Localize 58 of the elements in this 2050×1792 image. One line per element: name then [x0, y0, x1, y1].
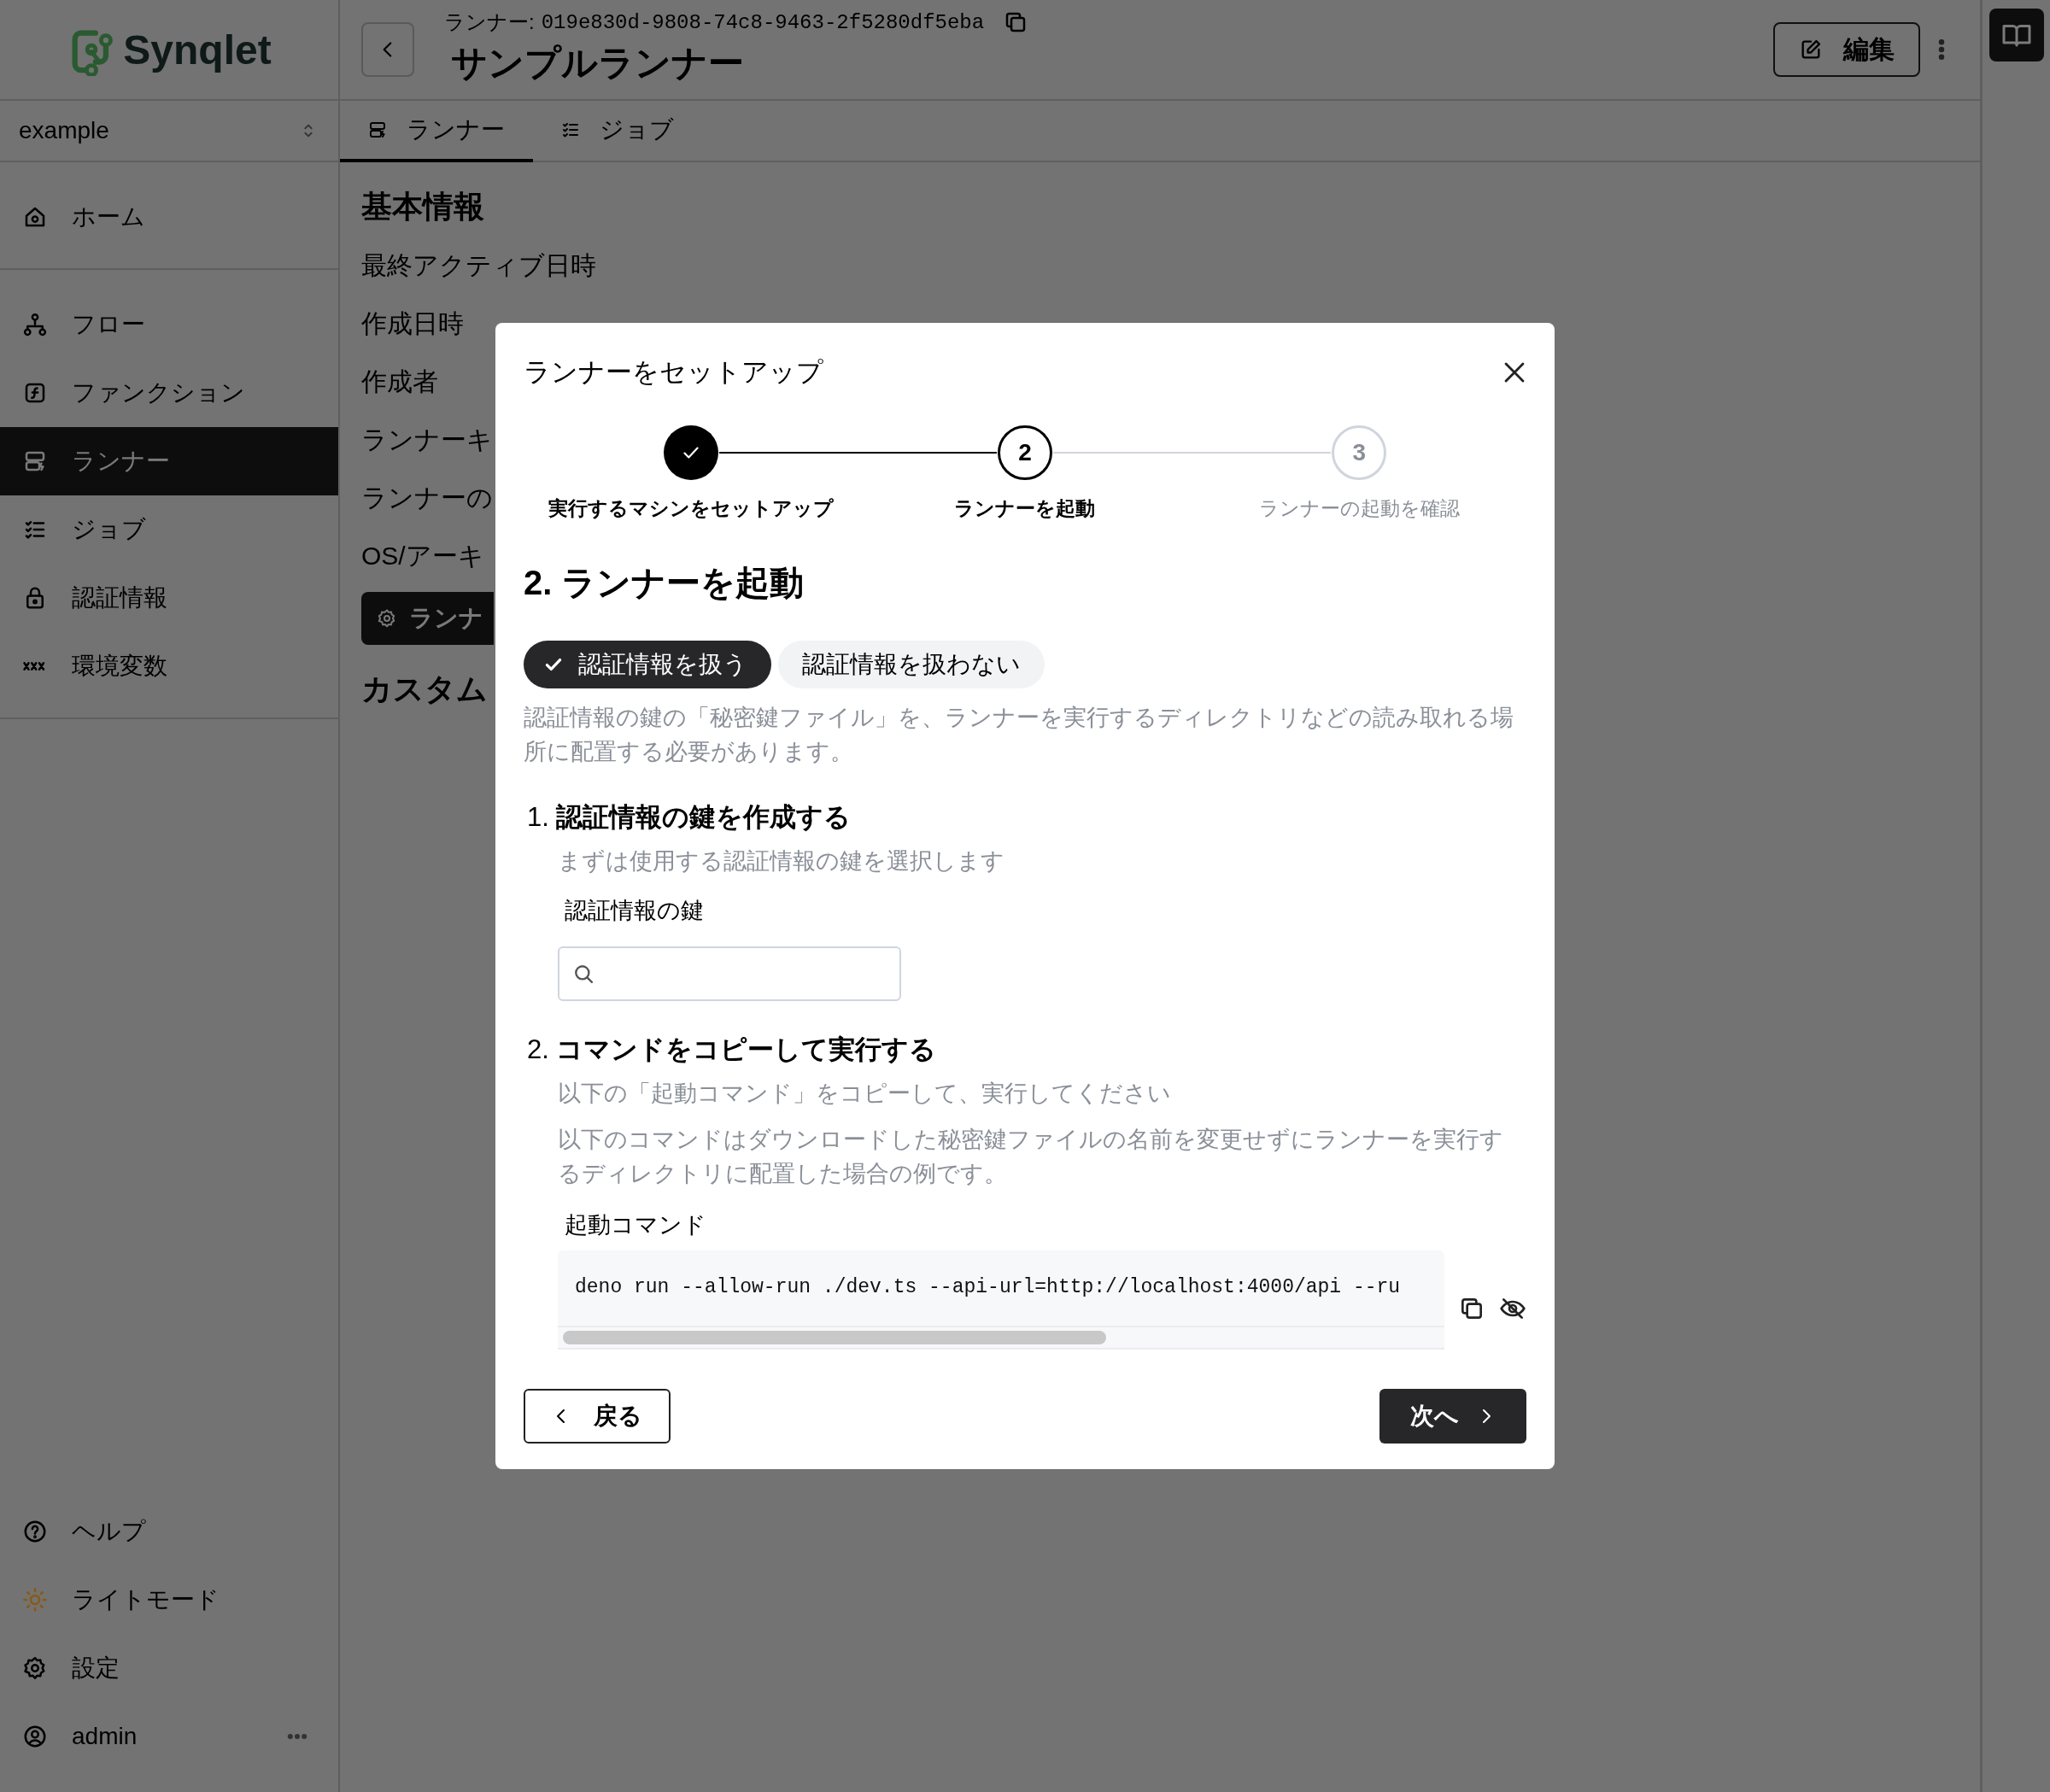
- step-label: ランナーの起動を確認: [1258, 496, 1460, 521]
- field-label: ランナーの: [361, 482, 493, 513]
- help-icon: [22, 1519, 48, 1544]
- sidebar-item[interactable]: 設定: [0, 1634, 338, 1702]
- app-logo-text: Synqlet: [123, 26, 272, 73]
- sidebar-item[interactable]: 認証情報: [0, 564, 338, 632]
- tab[interactable]: ランナー: [340, 101, 533, 162]
- runner-id: 019e830d-9808-74c8-9463-2f5280df5eba: [541, 10, 985, 34]
- step-number: 2.: [527, 1034, 549, 1065]
- field-label: 最終アクティブ日時: [361, 249, 596, 281]
- step-label: ランナーを起動: [954, 496, 1096, 521]
- field-label: 起動コマンド: [564, 1211, 707, 1239]
- sidebar-item[interactable]: admin: [0, 1702, 338, 1771]
- search-field[interactable]: [558, 946, 901, 1001]
- description-text: 認証情報の鍵の「秘密鍵ファイル」を、ランナーを実行するディレクトリなどの読み取れる場所に配置する必要があります。: [524, 704, 1514, 766]
- step-indicator: 2: [998, 425, 1052, 480]
- field-label: 認証情報の鍵: [564, 897, 705, 925]
- step-number: 1.: [527, 802, 549, 833]
- tab[interactable]: ジョブ: [533, 101, 702, 162]
- page-title: サンプルランナー: [451, 42, 745, 85]
- sidebar-item[interactable]: ホーム: [0, 183, 338, 251]
- field-label: 作成日時: [361, 307, 464, 339]
- sun-icon: [22, 1587, 48, 1613]
- sidebar-item[interactable]: ファンクション: [0, 359, 338, 427]
- next-button[interactable]: 次へ: [1379, 1389, 1526, 1444]
- runner-settings-button[interactable]: ランナ: [361, 592, 494, 645]
- docs-button[interactable]: [1988, 9, 2044, 61]
- section-heading: カスタム: [361, 671, 488, 708]
- section-heading: 基本情報: [361, 188, 484, 225]
- option-chip[interactable]: 認証情報を扱わない: [778, 641, 1045, 688]
- subsection-title: 認証情報の鍵を作成する: [555, 801, 851, 834]
- flow-icon: [22, 312, 48, 337]
- option-chip[interactable]: 認証情報を扱う: [524, 641, 771, 688]
- field-label: 作成者: [361, 366, 438, 397]
- field-label: OS/アーキ: [361, 540, 484, 571]
- sidebar-item[interactable]: フロー: [0, 290, 338, 359]
- step-label: 実行するマシンをセットアップ: [548, 496, 834, 521]
- command-text: deno run --allow-run ./dev.ts --api-url=http://localhost:4000/api --ru: [574, 1275, 1402, 1300]
- sidebar-item[interactable]: ジョブ: [0, 495, 338, 564]
- hint-text: 以下の「起動コマンド」をコピーして、実行してください: [558, 1080, 1172, 1108]
- runner-id-label: ランナー:: [444, 9, 535, 35]
- hint-text: まずは使用する認証情報の鍵を選択します: [558, 847, 1005, 876]
- sidebar-item[interactable]: ランナー: [0, 427, 338, 495]
- server-icon: [367, 120, 388, 140]
- step-heading: 2. ランナーを起動: [524, 563, 805, 603]
- note-text: 以下のコマンドはダウンロードした秘密鍵ファイルの名前を変更せずにランナーを実行するディレクトリに配置した場合の例です。: [558, 1126, 1504, 1188]
- gear-icon: [377, 608, 397, 629]
- sidebar-item[interactable]: ライトモード: [0, 1566, 338, 1634]
- edit-button[interactable]: 編集: [1773, 22, 1920, 77]
- dialog-title: ランナーをセットアップ: [524, 356, 823, 389]
- step-indicator: 3: [1332, 425, 1387, 480]
- sidebar-item[interactable]: 環境変数: [0, 632, 338, 700]
- user-icon: [22, 1724, 48, 1749]
- back-button[interactable]: 戻る: [524, 1389, 671, 1444]
- subsection-title: コマンドをコピーして実行する: [555, 1034, 936, 1066]
- sidebar-item[interactable]: ヘルプ: [0, 1497, 338, 1566]
- workspace-selector[interactable]: example: [0, 101, 338, 162]
- field-label: ランナーキ: [361, 424, 493, 455]
